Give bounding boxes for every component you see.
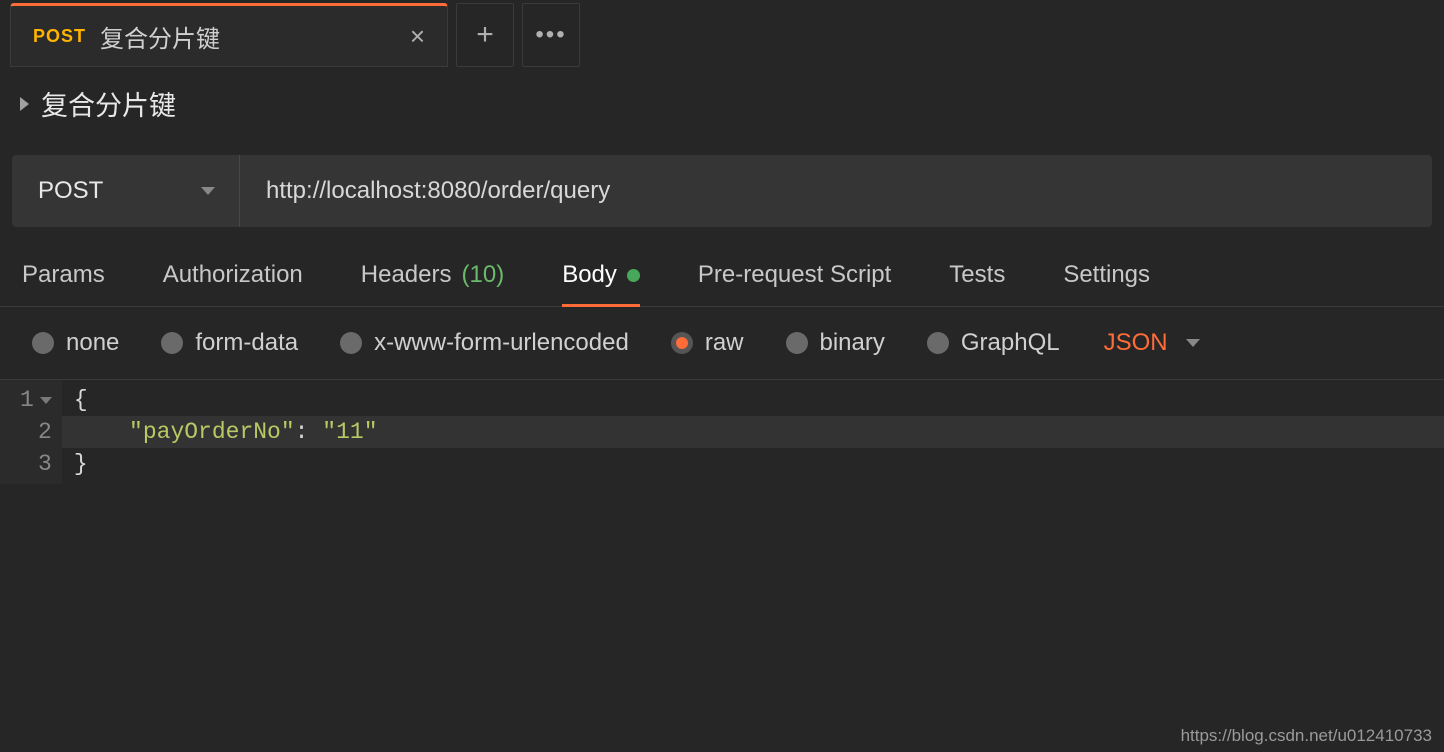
caret-down-icon	[1186, 339, 1200, 347]
code-line: }	[62, 448, 1444, 480]
tab-authorization[interactable]: Authorization	[163, 261, 303, 306]
url-input[interactable]: http://localhost:8080/order/query	[240, 155, 1432, 227]
caret-down-icon	[201, 187, 215, 195]
tab-method-label: POST	[33, 26, 86, 47]
tab-headers[interactable]: Headers (10)	[361, 261, 504, 306]
tab-prerequest[interactable]: Pre-request Script	[698, 261, 891, 306]
radio-icon	[671, 332, 693, 354]
fold-caret-icon[interactable]	[40, 397, 52, 404]
bodytype-xwww[interactable]: x-www-form-urlencoded	[340, 329, 629, 357]
plus-icon: +	[476, 20, 494, 50]
radio-icon	[786, 332, 808, 354]
request-name-row: 复合分片键	[0, 70, 1444, 141]
request-subtabs: Params Authorization Headers (10) Body P…	[0, 227, 1444, 307]
tab-title: 复合分片键	[100, 19, 390, 54]
tab-tests[interactable]: Tests	[949, 261, 1005, 306]
dots-icon: •••	[535, 21, 566, 49]
body-type-row: none form-data x-www-form-urlencoded raw…	[0, 307, 1444, 380]
close-icon[interactable]: ×	[410, 23, 425, 49]
bodytype-graphql[interactable]: GraphQL	[927, 329, 1060, 357]
radio-icon	[32, 332, 54, 354]
format-label: JSON	[1104, 329, 1168, 357]
headers-count-badge: (10)	[462, 261, 505, 289]
tabs-row: POST 复合分片键 × + •••	[0, 0, 1444, 70]
radio-icon	[927, 332, 949, 354]
request-tab[interactable]: POST 复合分片键 ×	[10, 3, 448, 67]
code-line: "payOrderNo": "11"	[62, 416, 1444, 448]
method-select-value: POST	[38, 177, 103, 205]
status-dot-icon	[627, 269, 640, 282]
editor-gutter: 1 2 3	[0, 380, 62, 484]
radio-icon	[340, 332, 362, 354]
code-line: {	[62, 384, 1444, 416]
watermark: https://blog.csdn.net/u012410733	[1181, 726, 1432, 746]
bodytype-none[interactable]: none	[32, 329, 119, 357]
radio-icon	[161, 332, 183, 354]
bodytype-binary[interactable]: binary	[786, 329, 885, 357]
url-bar: POST http://localhost:8080/order/query	[12, 155, 1432, 227]
body-editor[interactable]: 1 2 3 { "payOrderNo": "11" }	[0, 380, 1444, 484]
new-tab-button[interactable]: +	[456, 3, 514, 67]
bodytype-formdata[interactable]: form-data	[161, 329, 298, 357]
editor-content[interactable]: { "payOrderNo": "11" }	[62, 380, 1444, 484]
tab-params[interactable]: Params	[22, 261, 105, 306]
request-name[interactable]: 复合分片键	[41, 84, 176, 123]
method-select[interactable]: POST	[12, 155, 240, 227]
tab-overflow-button[interactable]: •••	[522, 3, 580, 67]
tab-body[interactable]: Body	[562, 261, 640, 306]
bodytype-raw[interactable]: raw	[671, 329, 744, 357]
url-text: http://localhost:8080/order/query	[266, 177, 610, 205]
tab-settings[interactable]: Settings	[1063, 261, 1150, 306]
body-format-select[interactable]: JSON	[1104, 329, 1200, 357]
caret-right-icon[interactable]	[20, 97, 29, 111]
